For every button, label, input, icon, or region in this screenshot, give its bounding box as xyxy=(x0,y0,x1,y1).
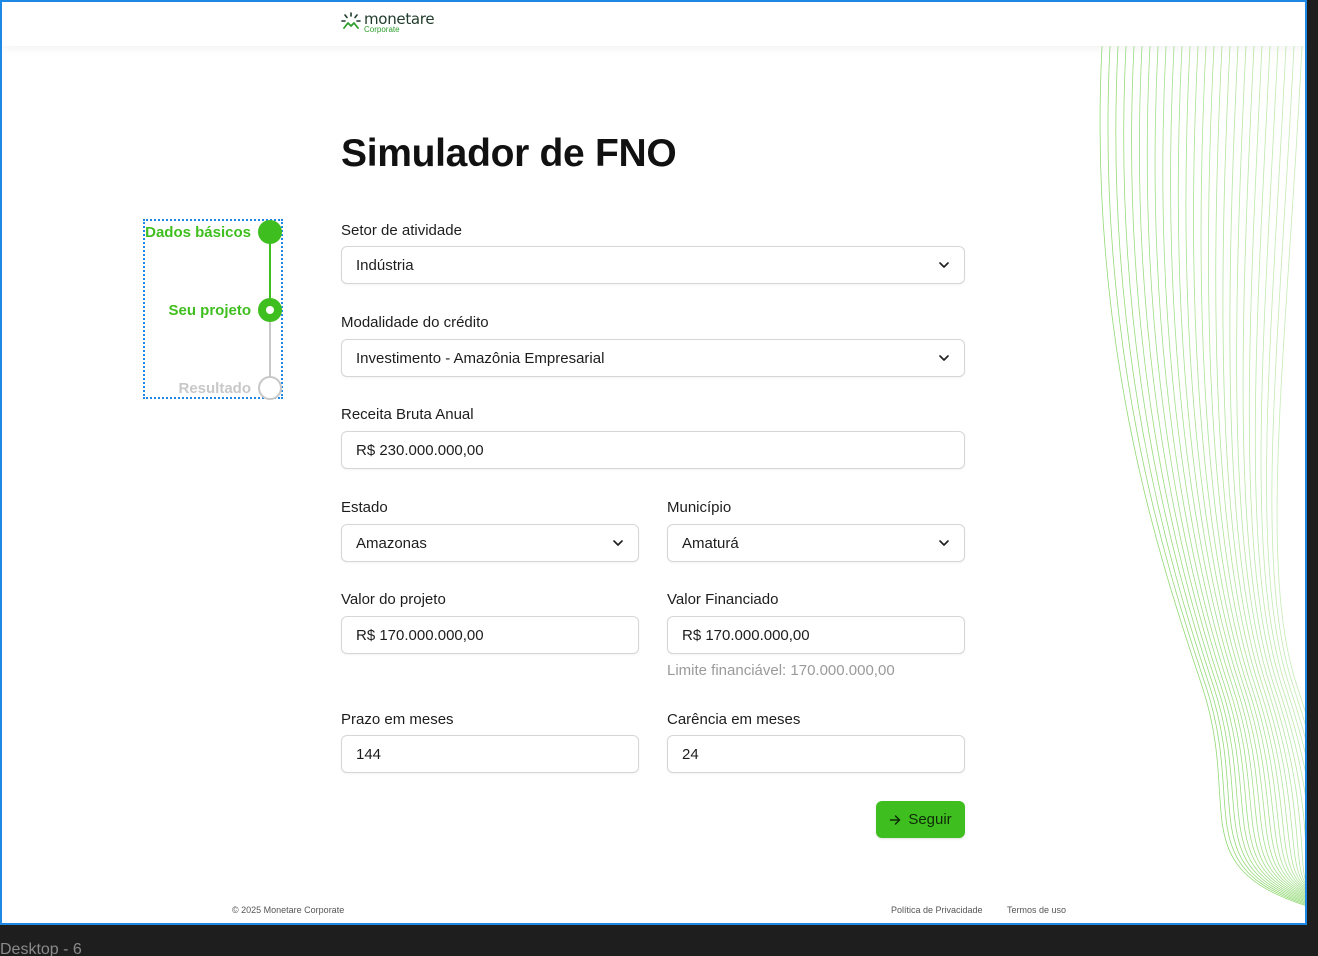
canvas-frame-label: Desktop - 6 xyxy=(0,941,82,956)
privacy-link[interactable]: Política de Privacidade xyxy=(891,905,983,915)
wave-line xyxy=(1254,46,1305,773)
logo-mark-icon xyxy=(341,12,361,29)
arrow-right-icon xyxy=(890,814,901,825)
step-current-icon xyxy=(258,298,282,322)
brand-subtitle: Corporate xyxy=(364,25,400,34)
decorative-waves xyxy=(1099,46,1305,906)
valor-projeto-input[interactable]: R$ 170.000.000,00 xyxy=(341,616,639,654)
valor-financiado-value: R$ 170.000.000,00 xyxy=(682,626,810,644)
chevron-down-icon xyxy=(613,540,623,546)
page-title: Simulador de FNO xyxy=(341,132,677,175)
wave-line xyxy=(1260,46,1305,754)
brand-logo[interactable]: monetare Corporate xyxy=(341,12,435,34)
prazo-value: 144 xyxy=(356,745,382,763)
wave-line xyxy=(1242,46,1305,840)
terms-link[interactable]: Termos de uso xyxy=(1007,905,1066,915)
receita-value: R$ 230.000.000,00 xyxy=(356,441,484,459)
valor-financiado-input[interactable]: R$ 170.000.000,00 xyxy=(667,616,965,654)
carencia-label: Carência em meses xyxy=(667,711,801,728)
estado-value: Amazonas xyxy=(356,534,427,552)
prazo-label: Prazo em meses xyxy=(341,711,454,728)
receita-label: Receita Bruta Anual xyxy=(341,406,474,423)
municipio-select[interactable]: Amaturá xyxy=(667,524,965,562)
receita-input[interactable]: R$ 230.000.000,00 xyxy=(341,431,965,469)
top-bar: monetare Corporate xyxy=(2,2,1305,46)
limite-financiavel-hint: Limite financiável: 170.000.000,00 xyxy=(667,662,895,679)
modalidade-value: Investimento - Amazônia Empresarial xyxy=(356,349,605,367)
step-label-resultado[interactable]: Resultado xyxy=(178,380,251,397)
chevron-down-icon xyxy=(939,540,949,546)
step-pending-icon xyxy=(258,376,282,400)
municipio-value: Amaturá xyxy=(682,534,739,552)
valor-projeto-value: R$ 170.000.000,00 xyxy=(356,626,484,644)
setor-label: Setor de atividade xyxy=(341,222,462,239)
step-done-icon xyxy=(258,220,282,244)
carencia-input[interactable]: 24 xyxy=(667,735,965,773)
prazo-input[interactable]: 144 xyxy=(341,735,639,773)
step-label-seu-projeto[interactable]: Seu projeto xyxy=(168,302,251,319)
valor-projeto-label: Valor do projeto xyxy=(341,591,446,608)
wave-line xyxy=(1276,46,1305,713)
chevron-down-icon xyxy=(939,355,949,361)
seguir-button-label: Seguir xyxy=(908,811,952,828)
modalidade-label: Modalidade do crédito xyxy=(341,314,489,331)
chevron-down-icon xyxy=(939,262,949,268)
wave-line xyxy=(1139,46,1305,900)
estado-label: Estado xyxy=(341,499,388,516)
wave-line xyxy=(1208,46,1305,889)
estado-select[interactable]: Amazonas xyxy=(341,524,639,562)
progress-stepper: Dados básicos Seu projeto Resultado xyxy=(143,219,283,400)
footer-copyright: © 2025 Monetare Corporate xyxy=(232,905,345,915)
wave-line xyxy=(1146,46,1305,899)
setor-value: Indústria xyxy=(356,256,414,274)
valor-financiado-label: Valor Financiado xyxy=(667,591,779,608)
seguir-button[interactable]: Seguir xyxy=(876,801,965,838)
app-frame: monetare Corporate Simulador de FNO Dado… xyxy=(0,0,1307,925)
carencia-value: 24 xyxy=(682,745,699,763)
setor-select[interactable]: Indústria xyxy=(341,246,965,284)
municipio-label: Município xyxy=(667,499,732,516)
wave-line xyxy=(1162,46,1305,896)
step-label-dados-basicos[interactable]: Dados básicos xyxy=(145,224,251,241)
modalidade-select[interactable]: Investimento - Amazônia Empresarial xyxy=(341,339,965,377)
wave-line xyxy=(1099,46,1305,906)
